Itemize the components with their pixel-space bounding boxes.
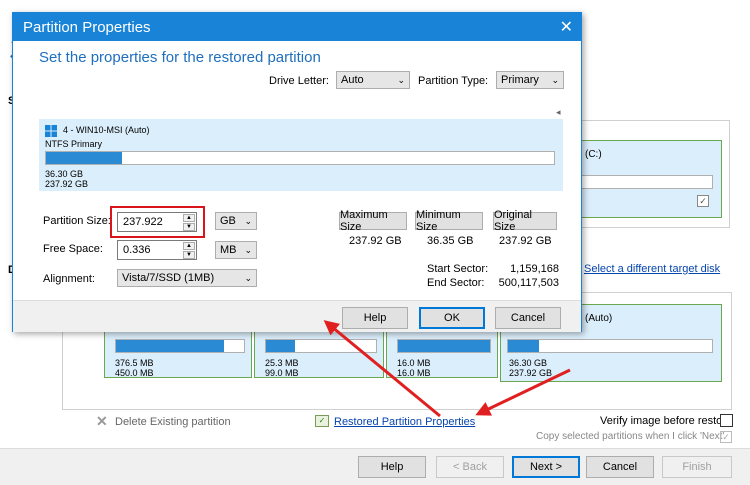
dest-partition-4-label: (Auto) [585, 313, 613, 324]
dest-partition-usage-fill [116, 340, 224, 352]
maximum-size-value: 237.92 GB [349, 235, 402, 247]
close-icon[interactable]: ✕ [560, 17, 573, 37]
copy-partitions-label: Copy selected partitions when I click 'N… [536, 431, 725, 442]
dialog-titlebar[interactable]: Partition Properties ✕ [13, 13, 581, 41]
dest-partition-2[interactable]: 25.3 MB 99.0 MB [254, 330, 384, 378]
alignment-label: Alignment: [43, 273, 95, 285]
start-sector-label: Start Sector: [427, 263, 489, 275]
dest-partition-3-total: 16.0 MB [397, 368, 431, 378]
dest-partition-usage-fill [398, 340, 490, 352]
delete-icon: ✕ [96, 413, 108, 429]
dest-partition-3[interactable]: 16.0 MB 16.0 MB [386, 330, 498, 378]
source-partition-c[interactable]: (C:) ✓ [570, 140, 722, 218]
dest-partition-2-total: 99.0 MB [265, 368, 299, 378]
wizard-finish-button[interactable]: Finish [662, 456, 732, 478]
partition-type-value: Primary [501, 74, 539, 86]
scroll-left-icon[interactable]: ◂ [556, 107, 561, 118]
partition-size-unit: GB [220, 215, 236, 227]
chevron-down-icon: ⌄ [244, 245, 252, 255]
partition-map[interactable]: 4 - WIN10-MSI (Auto) NTFS Primary 36.30 … [39, 119, 563, 191]
wizard-next-button[interactable]: Next > [512, 456, 580, 478]
original-size-button[interactable]: Original Size [493, 209, 557, 233]
end-sector-label: End Sector: [427, 277, 485, 289]
alignment-select[interactable]: Vista/7/SSD (1MB) ⌄ [117, 269, 257, 287]
dest-partition-1[interactable]: 376.5 MB 450.0 MB [104, 330, 252, 378]
dest-partition-usage-fill [266, 340, 295, 352]
minimum-size-button[interactable]: Minimum Size [415, 209, 483, 233]
chevron-down-icon: ⌄ [397, 75, 405, 85]
drive-letter-label: Drive Letter: [269, 75, 329, 87]
alignment-value: Vista/7/SSD (1MB) [122, 272, 215, 284]
wizard-cancel-button[interactable]: Cancel [586, 456, 654, 478]
dest-partition-4-total: 237.92 GB [509, 368, 553, 378]
dest-partition-1-total: 450.0 MB [115, 368, 154, 378]
partition-type-select[interactable]: Primary ⌄ [496, 71, 564, 89]
drive-letter-select[interactable]: Auto ⌄ [336, 71, 410, 89]
spin-down-icon[interactable]: ▼ [183, 251, 195, 259]
original-size-value: 237.92 GB [499, 235, 552, 247]
delete-partition-option[interactable]: Delete Existing partition [115, 416, 231, 428]
select-target-disk-link[interactable]: Select a different target disk [584, 263, 720, 275]
chevron-down-icon: ⌄ [244, 273, 252, 283]
partition-used: 36.30 GB [45, 169, 84, 179]
properties-icon: ✓ [315, 415, 329, 427]
free-space-unit: MB [220, 244, 237, 256]
free-space-input[interactable]: 0.336 ▲ ▼ [117, 240, 197, 260]
partition-size-input[interactable]: 237.922 ▲ ▼ [117, 212, 197, 232]
start-sector-value: 1,159,168 [510, 263, 559, 275]
copy-partitions-checkbox[interactable]: ✓ [720, 431, 732, 443]
partition-properties-dialog: Partition Properties ✕ Set the propertie… [12, 12, 582, 332]
free-space-unit-select[interactable]: MB ⌄ [215, 241, 257, 259]
partition-size-unit-select[interactable]: GB ⌄ [215, 212, 257, 230]
dialog-title: Partition Properties [23, 19, 151, 36]
partition-usage-fill [46, 152, 123, 164]
spin-down-icon[interactable]: ▼ [183, 223, 195, 231]
minimum-size-value: 36.35 GB [427, 235, 474, 247]
source-partition-checkbox[interactable]: ✓ [697, 195, 709, 207]
free-space-value: 0.336 [123, 244, 151, 256]
dest-partition-3-bar [397, 339, 491, 353]
dest-partition-4-bar [507, 339, 713, 353]
chevron-down-icon: ⌄ [551, 75, 559, 85]
partition-size-label: Partition Size: [43, 215, 111, 227]
wizard-help-button[interactable]: Help [358, 456, 426, 478]
source-partition-bar [581, 175, 713, 189]
wizard-back-button[interactable]: < Back [436, 456, 504, 478]
dialog-ok-button[interactable]: OK [419, 307, 485, 329]
windows-logo-icon [45, 125, 57, 137]
drive-letter-value: Auto [341, 74, 364, 86]
partition-name: 4 - WIN10-MSI (Auto) [63, 125, 150, 135]
dialog-help-button[interactable]: Help [342, 307, 408, 329]
verify-image-checkbox[interactable] [720, 414, 733, 427]
spin-up-icon[interactable]: ▲ [183, 242, 195, 250]
dest-partition-1-bar [115, 339, 245, 353]
chevron-down-icon: ⌄ [244, 216, 252, 226]
partition-type-text: NTFS Primary [45, 139, 102, 149]
partition-total: 237.92 GB [45, 179, 89, 189]
end-sector-value: 500,117,503 [498, 277, 559, 289]
restored-partition-properties-link[interactable]: Restored Partition Properties [334, 416, 475, 428]
partition-type-label: Partition Type: [418, 75, 489, 87]
dest-partition-2-bar [265, 339, 377, 353]
dialog-heading: Set the properties for the restored part… [39, 49, 321, 66]
maximum-size-button[interactable]: Maximum Size [339, 209, 407, 233]
partition-usage-bar [45, 151, 555, 165]
free-space-label: Free Space: [43, 243, 103, 255]
source-partition-label: (C:) [585, 149, 602, 160]
partition-size-value: 237.922 [123, 216, 163, 228]
verify-image-label: Verify image before restore [600, 415, 733, 427]
dialog-cancel-button[interactable]: Cancel [495, 307, 561, 329]
dest-partition-usage-fill [508, 340, 539, 352]
spin-up-icon[interactable]: ▲ [183, 214, 195, 222]
